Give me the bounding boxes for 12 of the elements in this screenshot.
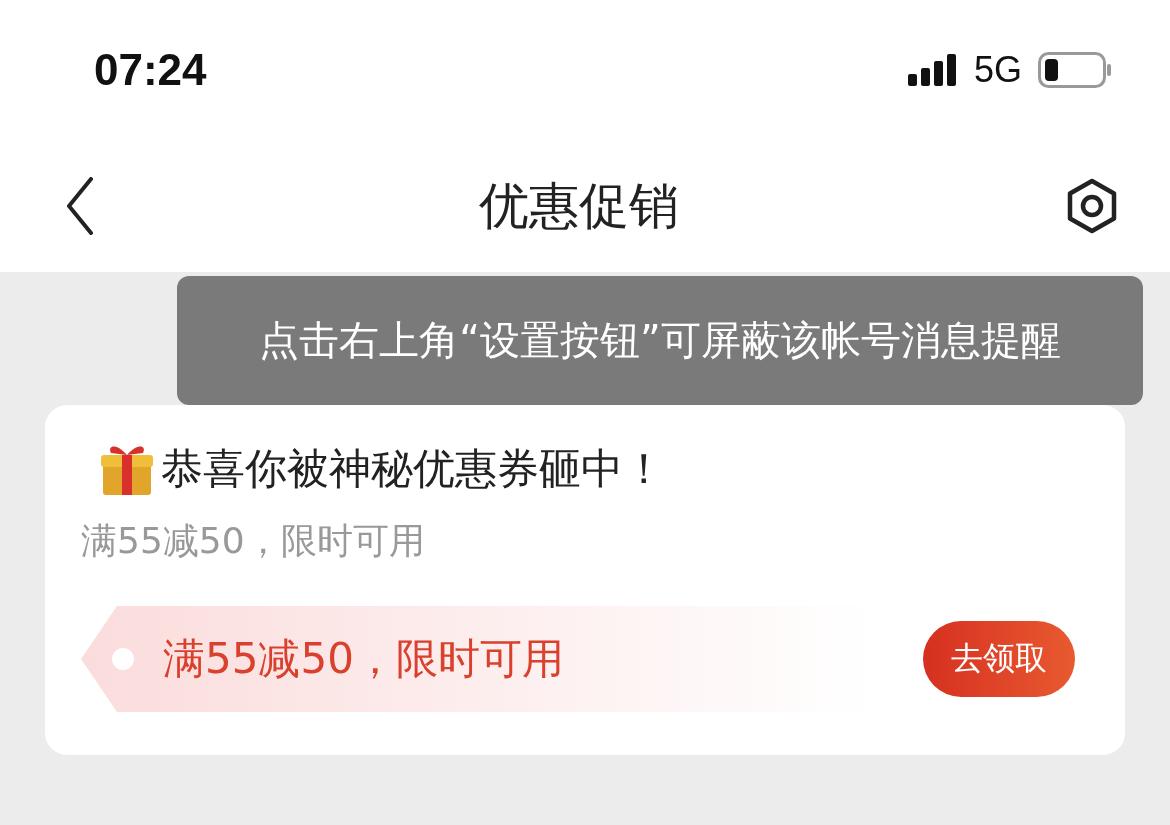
page-title: 优惠促销 xyxy=(479,175,679,237)
claim-button[interactable]: 去领取 xyxy=(923,621,1075,697)
coupon-text: 满55减50，限时可用 xyxy=(163,633,564,685)
dot-icon xyxy=(111,647,135,671)
card-title: 恭喜你被神秘优惠券砸中！ xyxy=(161,443,665,495)
network-label: 5G xyxy=(973,49,1022,91)
status-time: 07:24 xyxy=(94,45,207,95)
tooltip-text: 点击右上角“设置按钮”可屏蔽该帐号消息提醒 xyxy=(259,316,1061,365)
back-icon[interactable] xyxy=(66,177,94,235)
card-subtitle: 满55减50，限时可用 xyxy=(81,519,426,563)
battery-icon xyxy=(1038,52,1112,88)
signal-icon xyxy=(907,54,958,86)
